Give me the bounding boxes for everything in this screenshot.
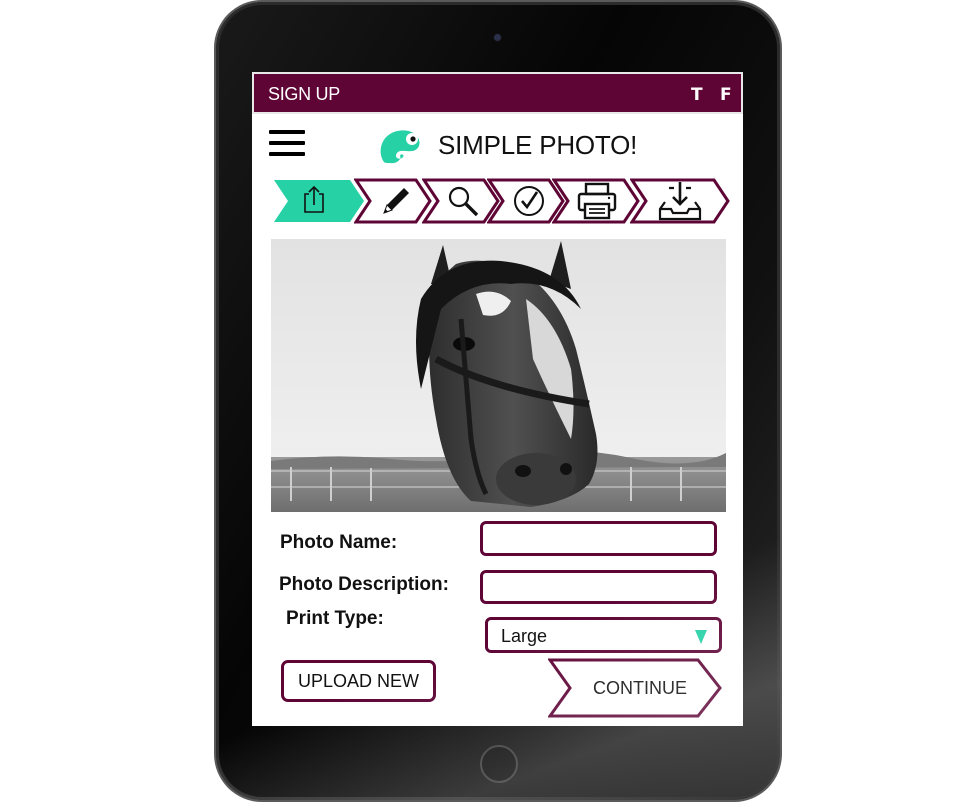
continue-label: CONTINUE (593, 677, 687, 698)
top-bar: SIGN UP T F (252, 72, 743, 114)
front-camera (494, 34, 501, 41)
home-button[interactable] (480, 745, 518, 783)
facebook-icon[interactable]: F (720, 85, 732, 105)
print-type-value: Large (501, 626, 548, 646)
continue-button[interactable]: CONTINUE (547, 658, 724, 718)
twitter-icon[interactable]: T (691, 85, 703, 105)
step-download[interactable] (630, 178, 734, 224)
dropdown-arrow-icon (695, 630, 707, 644)
upload-new-button[interactable]: UPLOAD NEW (281, 660, 436, 702)
print-type-select[interactable]: Large (485, 617, 722, 653)
photo-name-label: Photo Name: (280, 532, 398, 553)
workflow-steps (272, 178, 734, 224)
photo-description-label: Photo Description: (279, 574, 449, 595)
app-screen: SIGN UP T F SIMPLE PHOTO! Photo Name: Ph… (252, 72, 743, 726)
horse-photo (271, 239, 726, 512)
hamburger-menu-icon[interactable] (269, 130, 305, 158)
step-print[interactable] (552, 178, 642, 224)
chameleon-logo-icon (380, 130, 420, 164)
photo-name-input[interactable] (480, 521, 717, 556)
sign-up-link[interactable]: SIGN UP (268, 84, 340, 105)
print-type-label: Print Type: (286, 608, 384, 629)
photo-description-input[interactable] (480, 570, 717, 604)
app-title: SIMPLE PHOTO! (438, 130, 638, 160)
